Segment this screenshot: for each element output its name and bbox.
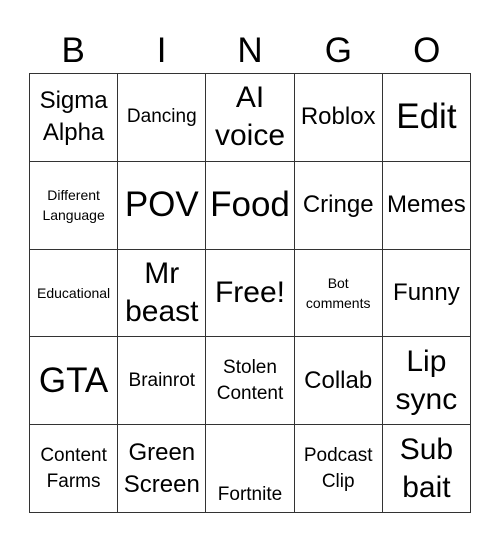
bingo-cell-label: Sigma Alpha bbox=[39, 87, 108, 147]
bingo-cell[interactable]: Memes bbox=[382, 161, 471, 250]
bingo-cell[interactable]: Different Language bbox=[30, 161, 119, 250]
bingo-cell[interactable]: Brainrot bbox=[118, 337, 207, 426]
bingo-grid: Sigma Alpha Dancing AI voice Roblox Edit Diff… bbox=[29, 73, 471, 513]
bingo-cell[interactable]: Mr beast bbox=[118, 249, 207, 338]
bingo-cell-label: Stolen Content bbox=[216, 356, 284, 404]
bingo-cell[interactable]: Free! bbox=[206, 249, 295, 338]
bingo-cell[interactable]: Sigma Alpha bbox=[30, 74, 119, 162]
bingo-cell-label: Mr beast bbox=[125, 256, 199, 328]
bingo-cell-label: Roblox bbox=[300, 103, 376, 131]
bingo-cell-label: Lip sync bbox=[395, 344, 458, 416]
bingo-cell-label: Different Language bbox=[42, 187, 105, 224]
bingo-cell[interactable]: Cringe bbox=[294, 161, 383, 250]
bingo-cell[interactable]: Sub bait bbox=[382, 425, 471, 513]
bingo-cell-label: POV bbox=[124, 185, 199, 225]
bingo-cell-label: Cringe bbox=[302, 191, 374, 219]
bingo-cell-label: Food bbox=[210, 185, 290, 225]
bingo-cell[interactable]: AI voice bbox=[206, 74, 295, 162]
bingo-cell-label: Collab bbox=[304, 366, 373, 394]
bingo-header: B I N G O bbox=[29, 28, 471, 73]
header-letter-i: I bbox=[156, 31, 167, 70]
bingo-cell-label: GTA bbox=[38, 360, 109, 400]
bingo-cell-label: Edit bbox=[396, 97, 457, 137]
bingo-cell-label: AI voice bbox=[214, 81, 286, 153]
bingo-cell[interactable]: Green Screen bbox=[118, 425, 207, 513]
bingo-cell[interactable]: POV bbox=[118, 161, 207, 250]
header-letter-n: N bbox=[237, 31, 263, 70]
bingo-cell[interactable]: Bot comments bbox=[294, 249, 383, 338]
bingo-cell-label: Educational bbox=[37, 284, 111, 301]
bingo-cell-label: Memes bbox=[387, 191, 466, 219]
header-letter-g: G bbox=[324, 31, 352, 70]
bingo-cell[interactable]: Collab bbox=[294, 337, 383, 426]
bingo-cell-label: Dancing bbox=[126, 106, 197, 128]
bingo-cell[interactable]: Dancing bbox=[118, 74, 207, 162]
header-letter-o: O bbox=[413, 31, 441, 70]
bingo-cell[interactable]: Stolen Content bbox=[206, 337, 295, 426]
bingo-cell-label: Sub bait bbox=[399, 432, 454, 504]
bingo-cell-label: Fortnite bbox=[217, 484, 283, 505]
bingo-cell-label: Content Farms bbox=[40, 444, 107, 492]
bingo-cell-label: Podcast Clip bbox=[303, 444, 373, 492]
bingo-cell[interactable]: Edit bbox=[382, 74, 471, 162]
bingo-cell-label: Bot comments bbox=[305, 274, 371, 311]
bingo-cell[interactable]: Lip sync bbox=[382, 337, 471, 426]
bingo-cell[interactable]: Educational bbox=[30, 249, 119, 338]
bingo-cell[interactable]: Content Farms bbox=[30, 425, 119, 513]
bingo-cell-label: Green Screen bbox=[123, 438, 200, 498]
bingo-cell[interactable]: Food bbox=[206, 161, 295, 250]
bingo-cell-label: Brainrot bbox=[128, 369, 196, 391]
bingo-cell[interactable]: Fortnite bbox=[206, 425, 295, 513]
bingo-cell[interactable]: Roblox bbox=[294, 74, 383, 162]
bingo-cell[interactable]: GTA bbox=[30, 337, 119, 426]
bingo-cell-label: Funny bbox=[393, 278, 460, 306]
header-letter-b: B bbox=[61, 31, 85, 70]
bingo-cell-label: Free! bbox=[214, 275, 285, 309]
bingo-cell[interactable]: Funny bbox=[382, 249, 471, 338]
bingo-cell[interactable]: Podcast Clip bbox=[294, 425, 383, 513]
